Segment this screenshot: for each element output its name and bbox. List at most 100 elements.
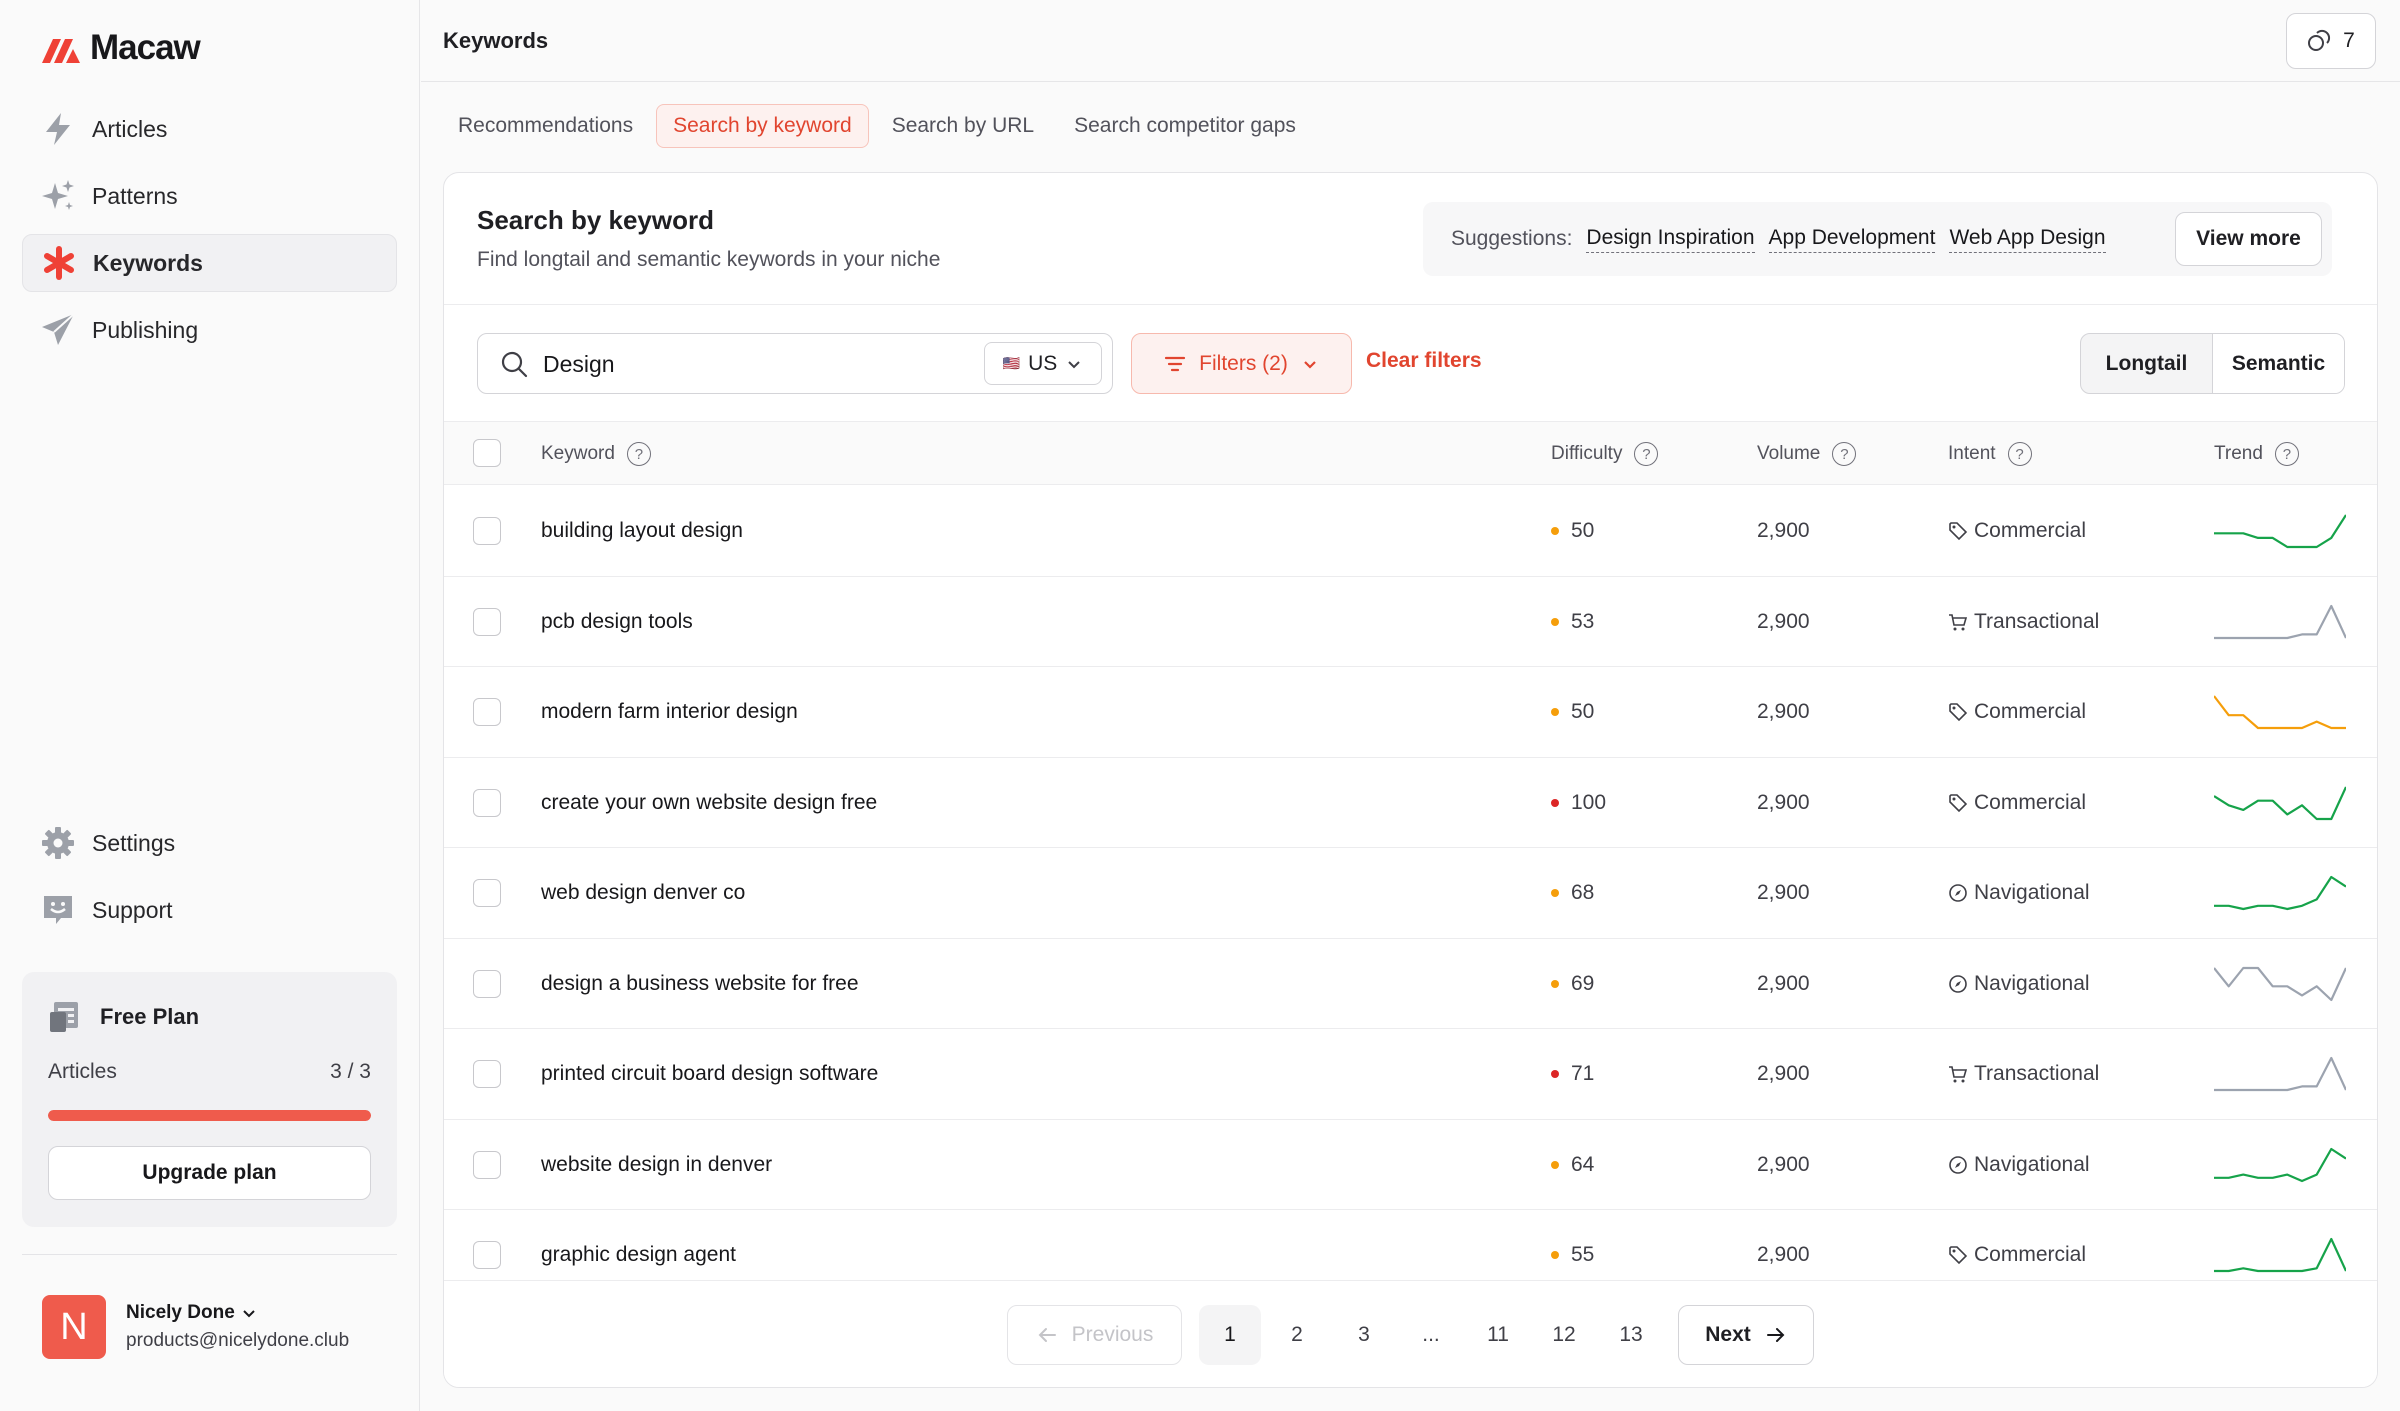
help-icon[interactable]: ? bbox=[1634, 442, 1659, 466]
chevron-down-icon bbox=[1068, 360, 1081, 368]
row-checkbox[interactable] bbox=[473, 517, 501, 545]
sidebar-item-publishing[interactable]: Publishing bbox=[22, 301, 397, 359]
page-1[interactable]: 1 bbox=[1199, 1305, 1261, 1365]
sidebar-item-support[interactable]: Support bbox=[22, 881, 397, 939]
difficulty-cell: 64 bbox=[1551, 1120, 1594, 1210]
table-row[interactable]: create your own website design free 100 2,… bbox=[444, 758, 2377, 848]
tab-search-by-url[interactable]: Search by URL bbox=[875, 104, 1051, 148]
clear-filters-link[interactable]: Clear filters bbox=[1366, 349, 1482, 373]
sidebar-divider bbox=[22, 1254, 397, 1255]
search-input[interactable]: Design 🇺🇸 US bbox=[477, 333, 1113, 394]
arrow-left-icon bbox=[1038, 1328, 1056, 1342]
volume-cell: 2,900 bbox=[1757, 519, 1810, 542]
asterisk-icon bbox=[41, 245, 77, 281]
page-12[interactable]: 12 bbox=[1533, 1305, 1595, 1365]
mode-longtail[interactable]: Longtail bbox=[2081, 334, 2213, 393]
table-row[interactable]: printed circuit board design software 71 2… bbox=[444, 1029, 2377, 1120]
row-checkbox[interactable] bbox=[473, 698, 501, 726]
cart-icon bbox=[1948, 612, 1968, 632]
page-3[interactable]: 3 bbox=[1333, 1305, 1395, 1365]
suggestion-link[interactable]: Design Inspiration bbox=[1586, 226, 1755, 253]
table-row[interactable]: modern farm interior design 50 2,900 Commer… bbox=[444, 667, 2377, 758]
col-intent[interactable]: Intent? bbox=[1948, 422, 2032, 486]
trend-cell bbox=[2214, 848, 2346, 938]
volume-cell: 2,900 bbox=[1757, 881, 1810, 904]
select-all-checkbox[interactable] bbox=[473, 439, 501, 467]
credits-count: 7 bbox=[2343, 29, 2355, 52]
main-nav: Articles Patterns Keywords Publishing bbox=[22, 100, 397, 368]
row-checkbox[interactable] bbox=[473, 788, 501, 817]
logo[interactable]: Macaw bbox=[42, 28, 201, 68]
volume-cell: 2,900 bbox=[1757, 790, 1810, 814]
keyword-cell: web design denver co bbox=[541, 881, 746, 904]
macaw-logo-icon bbox=[42, 39, 80, 63]
trend-cell bbox=[2214, 577, 2346, 667]
tab-search-competitor-gaps[interactable]: Search competitor gaps bbox=[1057, 104, 1313, 148]
plan-usage-bar bbox=[48, 1110, 371, 1121]
sidebar-item-patterns[interactable]: Patterns bbox=[22, 167, 397, 225]
trend-cell bbox=[2214, 1120, 2346, 1210]
difficulty-dot bbox=[1551, 617, 1559, 626]
country-select[interactable]: 🇺🇸 US bbox=[984, 342, 1102, 385]
col-trend-label: Trend bbox=[2214, 443, 2263, 464]
sidebar-item-label: Settings bbox=[92, 829, 176, 856]
previous-button[interactable]: Previous bbox=[1007, 1305, 1182, 1365]
compass-icon bbox=[1948, 974, 1968, 994]
user-menu[interactable]: N Nicely Done products@nicelydone.club bbox=[42, 1295, 349, 1359]
page-11[interactable]: 11 bbox=[1467, 1305, 1529, 1365]
col-volume[interactable]: Volume? bbox=[1757, 422, 1857, 486]
mode-semantic[interactable]: Semantic bbox=[2213, 334, 2344, 393]
row-checkbox[interactable] bbox=[473, 879, 501, 907]
difficulty-value: 71 bbox=[1571, 1062, 1595, 1085]
help-icon[interactable]: ? bbox=[1832, 442, 1857, 466]
suggestion-link[interactable]: App Development bbox=[1768, 226, 1936, 253]
suggestion-link[interactable]: Web App Design bbox=[1949, 226, 2106, 253]
sidebar-item-articles[interactable]: Articles bbox=[22, 100, 397, 158]
tab-recommendations[interactable]: Recommendations bbox=[441, 104, 650, 148]
sidebar-item-label: Patterns bbox=[92, 182, 178, 209]
intent-value: Commercial bbox=[1974, 700, 2087, 723]
user-name: Nicely Done bbox=[126, 1302, 235, 1323]
next-button[interactable]: Next bbox=[1678, 1305, 1814, 1365]
upgrade-plan-button[interactable]: Upgrade plan bbox=[48, 1146, 371, 1200]
difficulty-cell: 50 bbox=[1551, 667, 1594, 757]
row-checkbox[interactable] bbox=[473, 1150, 501, 1179]
difficulty-value: 50 bbox=[1571, 519, 1595, 542]
trend-cell bbox=[2214, 939, 2346, 1029]
col-keyword[interactable]: Keyword? bbox=[541, 422, 651, 486]
trend-cell bbox=[2214, 486, 2346, 576]
sidebar-item-keywords[interactable]: Keywords bbox=[22, 234, 397, 292]
difficulty-cell: 100 bbox=[1551, 758, 1606, 848]
smiley-icon bbox=[40, 892, 76, 928]
row-checkbox[interactable] bbox=[473, 969, 501, 998]
col-trend[interactable]: Trend? bbox=[2214, 422, 2299, 486]
row-checkbox[interactable] bbox=[473, 607, 501, 636]
table-row[interactable]: web design denver co 68 2,900 Navigational bbox=[444, 848, 2377, 939]
sidebar-item-settings[interactable]: Settings bbox=[22, 814, 397, 872]
suggestions-label: Suggestions: bbox=[1451, 227, 1573, 250]
intent-value: Navigational bbox=[1974, 1152, 2090, 1176]
difficulty-dot bbox=[1551, 798, 1559, 807]
help-icon[interactable]: ? bbox=[2007, 442, 2032, 466]
difficulty-value: 53 bbox=[1571, 609, 1595, 633]
view-more-button[interactable]: View more bbox=[2175, 212, 2322, 266]
volume-cell: 2,900 bbox=[1757, 700, 1810, 723]
col-difficulty[interactable]: Difficulty? bbox=[1551, 422, 1659, 486]
filters-button[interactable]: Filters (2) bbox=[1131, 333, 1352, 394]
row-checkbox[interactable] bbox=[473, 1060, 501, 1088]
keyword-search-panel: Search by keyword Find longtail and sema… bbox=[443, 172, 2378, 1388]
page-2[interactable]: 2 bbox=[1266, 1305, 1328, 1365]
difficulty-dot bbox=[1551, 1160, 1559, 1169]
tab-search-by-keyword[interactable]: Search by keyword bbox=[656, 104, 869, 148]
row-checkbox[interactable] bbox=[473, 1241, 501, 1269]
table-row[interactable]: website design in denver 64 2,900 Navigatio… bbox=[444, 1120, 2377, 1210]
table-row[interactable]: building layout design 50 2,900 Commercial bbox=[444, 486, 2377, 577]
volume-cell: 2,900 bbox=[1757, 971, 1810, 995]
help-icon[interactable]: ? bbox=[626, 442, 651, 466]
table-row[interactable]: design a business website for free 69 2,90… bbox=[444, 939, 2377, 1029]
table-row[interactable]: pcb design tools 53 2,900 Transactional bbox=[444, 577, 2377, 667]
page-13[interactable]: 13 bbox=[1600, 1305, 1662, 1365]
plan-metric-label: Articles bbox=[48, 1060, 117, 1083]
help-icon[interactable]: ? bbox=[2274, 442, 2299, 466]
credits-button[interactable]: 7 bbox=[2286, 13, 2376, 69]
